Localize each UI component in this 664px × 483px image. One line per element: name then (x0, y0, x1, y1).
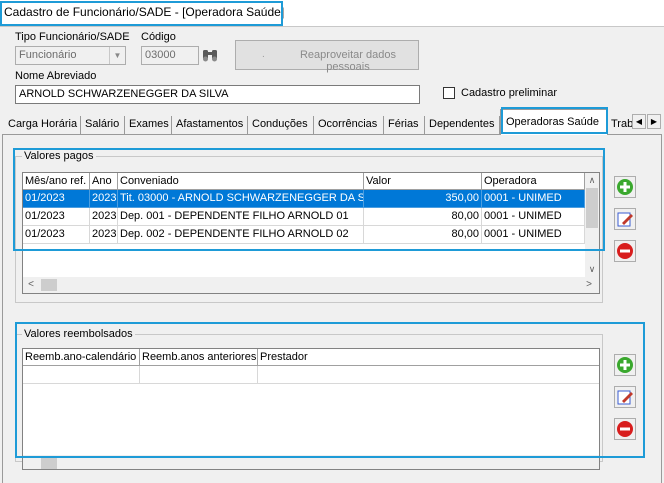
nome-label: Nome Abreviado (15, 70, 97, 82)
add-reembolso-button[interactable] (614, 354, 636, 376)
tab-operadoras-saude[interactable]: Operadoras Saúde (500, 109, 608, 135)
tab-scroll-right-icon[interactable]: ▶ (647, 114, 661, 129)
tab-exames[interactable]: Exames (126, 116, 172, 134)
cell-mes-ano: 01/2023 (23, 190, 90, 208)
valores-reembolsados-grid[interactable]: Reemb.ano-calendário Reemb.anos anterior… (22, 348, 600, 470)
tipo-label: Tipo Funcionário/SADE (15, 31, 130, 43)
cell-ano: 2023 (90, 190, 118, 208)
tab-ferias[interactable]: Férias (385, 116, 425, 134)
delete-pago-button[interactable] (614, 240, 636, 262)
edit-icon (617, 390, 633, 405)
cell-empty (23, 366, 140, 384)
codigo-label: Código (141, 31, 176, 43)
delete-icon (617, 243, 633, 259)
cell-empty (258, 366, 599, 384)
vertical-scroll-thumb[interactable] (586, 188, 598, 228)
col-ano[interactable]: Ano (90, 173, 118, 190)
tab-conducoes[interactable]: Conduções (249, 116, 314, 134)
chevron-down-icon[interactable]: ▼ (109, 47, 125, 64)
title-bar: Cadastro de Funcionário/SADE - [Operador… (0, 0, 664, 26)
col-valor[interactable]: Valor (364, 173, 482, 190)
reaproveitar-label: Reaproveitar dados pessoais (299, 49, 396, 73)
col-operadora[interactable]: Operadora (482, 173, 585, 190)
col-reemb-anos-anteriores[interactable]: Reemb.anos anteriores (140, 349, 258, 366)
binoculars-icon[interactable] (200, 45, 220, 65)
scroll-up-icon[interactable]: ∧ (585, 173, 599, 187)
cadastro-preliminar-checkbox[interactable] (443, 87, 455, 99)
tab-afastamentos[interactable]: Afastamentos (173, 116, 248, 134)
horizontal-scrollbar[interactable]: < > (23, 277, 599, 293)
vertical-scrollbar[interactable]: ∧ ∨ (585, 173, 599, 277)
codigo-field[interactable]: 03000 (141, 46, 199, 65)
cell-ano: 2023 (90, 226, 118, 244)
col-prestador[interactable]: Prestador (258, 349, 599, 366)
delete-icon (617, 421, 633, 437)
cell-empty (140, 366, 258, 384)
cell-valor: 80,00 (364, 226, 482, 244)
cell-operadora: 0001 - UNIMED (482, 208, 585, 226)
edit-reembolso-button[interactable] (614, 386, 636, 408)
window-title: Cadastro de Funcionário/SADE - [Operador… (4, 5, 285, 19)
cell-operadora: 0001 - UNIMED (482, 226, 585, 244)
scroll-right-icon[interactable]: > (583, 277, 595, 293)
valores-reembolsados-title: Valores reembolsados (22, 328, 135, 340)
add-icon (617, 357, 633, 373)
cell-mes-ano: 01/2023 (23, 226, 90, 244)
tab-ocorrencias[interactable]: Ocorrências (315, 116, 384, 134)
tipo-select[interactable]: Funcionário ▼ (15, 46, 126, 65)
cell-operadora: 0001 - UNIMED (482, 190, 585, 208)
reaproveitar-icon: . (262, 49, 265, 60)
tab-trab[interactable]: Trab (608, 116, 632, 134)
col-mes-ano[interactable]: Mês/ano ref. (23, 173, 90, 190)
reaproveitar-button[interactable]: . Reaproveitar dados pessoais (235, 40, 419, 73)
add-icon (617, 179, 633, 195)
cell-conveniado: Dep. 002 - DEPENDENTE FILHO ARNOLD 02 (118, 226, 364, 244)
cell-valor: 350,00 (364, 190, 482, 208)
valores-pagos-title: Valores pagos (22, 150, 96, 162)
title-divider (0, 26, 664, 27)
tab-dependentes[interactable]: Dependentes (426, 116, 500, 134)
horizontal-scroll-thumb[interactable] (41, 457, 57, 469)
add-pago-button[interactable] (614, 176, 636, 198)
scroll-left-icon[interactable]: < (25, 277, 37, 293)
cell-conveniado: Tit. 03000 - ARNOLD SCHWARZENEGGER DA S (118, 190, 364, 208)
edit-icon (617, 212, 633, 227)
tipo-value: Funcionário (19, 49, 77, 61)
horizontal-scroll-thumb[interactable] (41, 279, 57, 291)
nome-field[interactable]: ARNOLD SCHWARZENEGGER DA SILVA (15, 85, 420, 104)
cadastro-preliminar-label: Cadastro preliminar (461, 87, 557, 99)
edit-pago-button[interactable] (614, 208, 636, 230)
tab-salario[interactable]: Salário (82, 116, 125, 134)
tab-scroll-left-icon[interactable]: ◀ (632, 114, 646, 129)
cell-mes-ano: 01/2023 (23, 208, 90, 226)
horizontal-scrollbar[interactable] (23, 455, 599, 469)
valores-pagos-grid[interactable]: Mês/ano ref. Ano Conveniado Valor Operad… (22, 172, 600, 294)
delete-reembolso-button[interactable] (614, 418, 636, 440)
col-conveniado[interactable]: Conveniado (118, 173, 364, 190)
scroll-down-icon[interactable]: ∨ (585, 262, 599, 276)
col-reemb-ano-calendario[interactable]: Reemb.ano-calendário (23, 349, 140, 366)
tab-carga-horaria[interactable]: Carga Horária (5, 116, 81, 134)
cell-conveniado: Dep. 001 - DEPENDENTE FILHO ARNOLD 01 (118, 208, 364, 226)
cell-ano: 2023 (90, 208, 118, 226)
cell-valor: 80,00 (364, 208, 482, 226)
